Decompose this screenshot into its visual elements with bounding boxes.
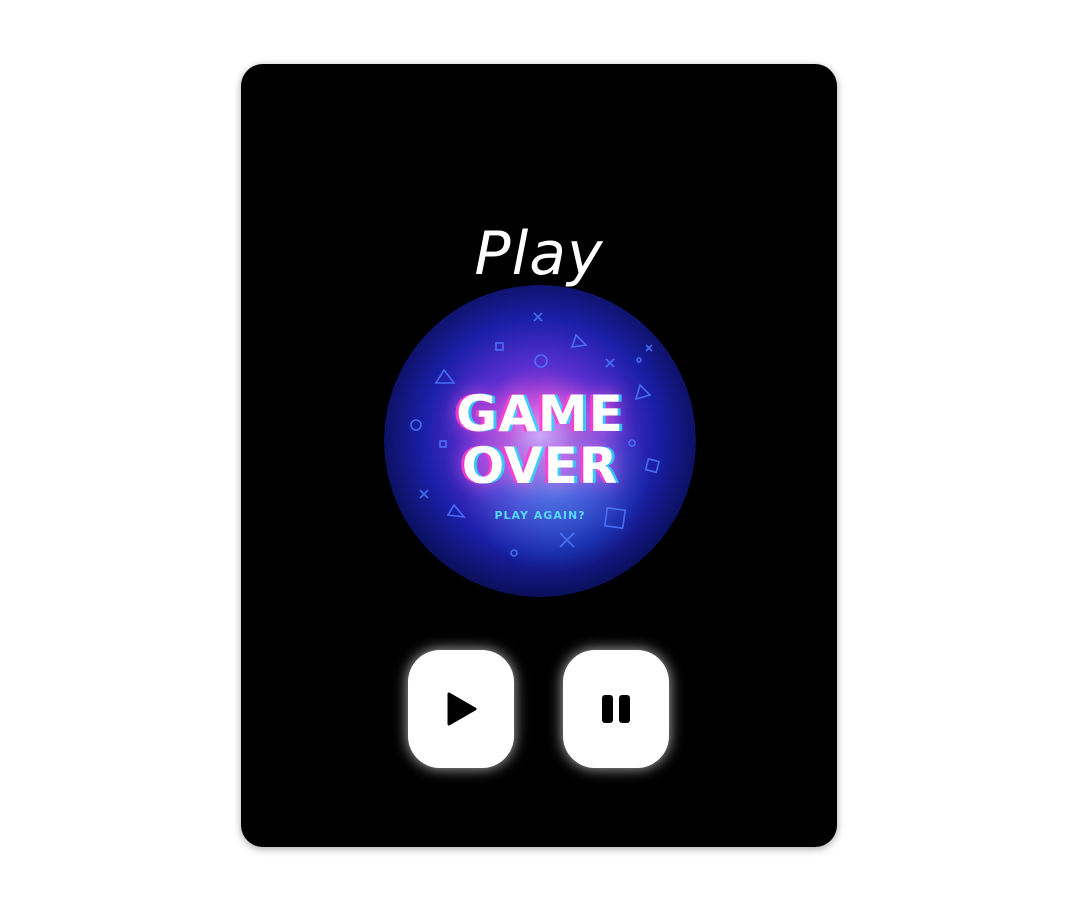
pause-icon	[602, 695, 630, 723]
play-icon	[447, 692, 477, 726]
player-title: Play	[474, 219, 604, 289]
album-artwork: GAME OVER PLAY AGAIN?	[384, 285, 696, 597]
artwork-text-game: GAME	[456, 385, 624, 443]
artwork-subtitle: PLAY AGAIN?	[494, 509, 586, 522]
artwork-text-over: OVER	[461, 437, 619, 495]
page: Play GAME OVER PLAY AGAIN?	[0, 0, 1080, 900]
player-card: Play GAME OVER PLAY AGAIN?	[241, 64, 837, 847]
play-button[interactable]	[408, 650, 514, 768]
pause-button[interactable]	[563, 650, 669, 768]
